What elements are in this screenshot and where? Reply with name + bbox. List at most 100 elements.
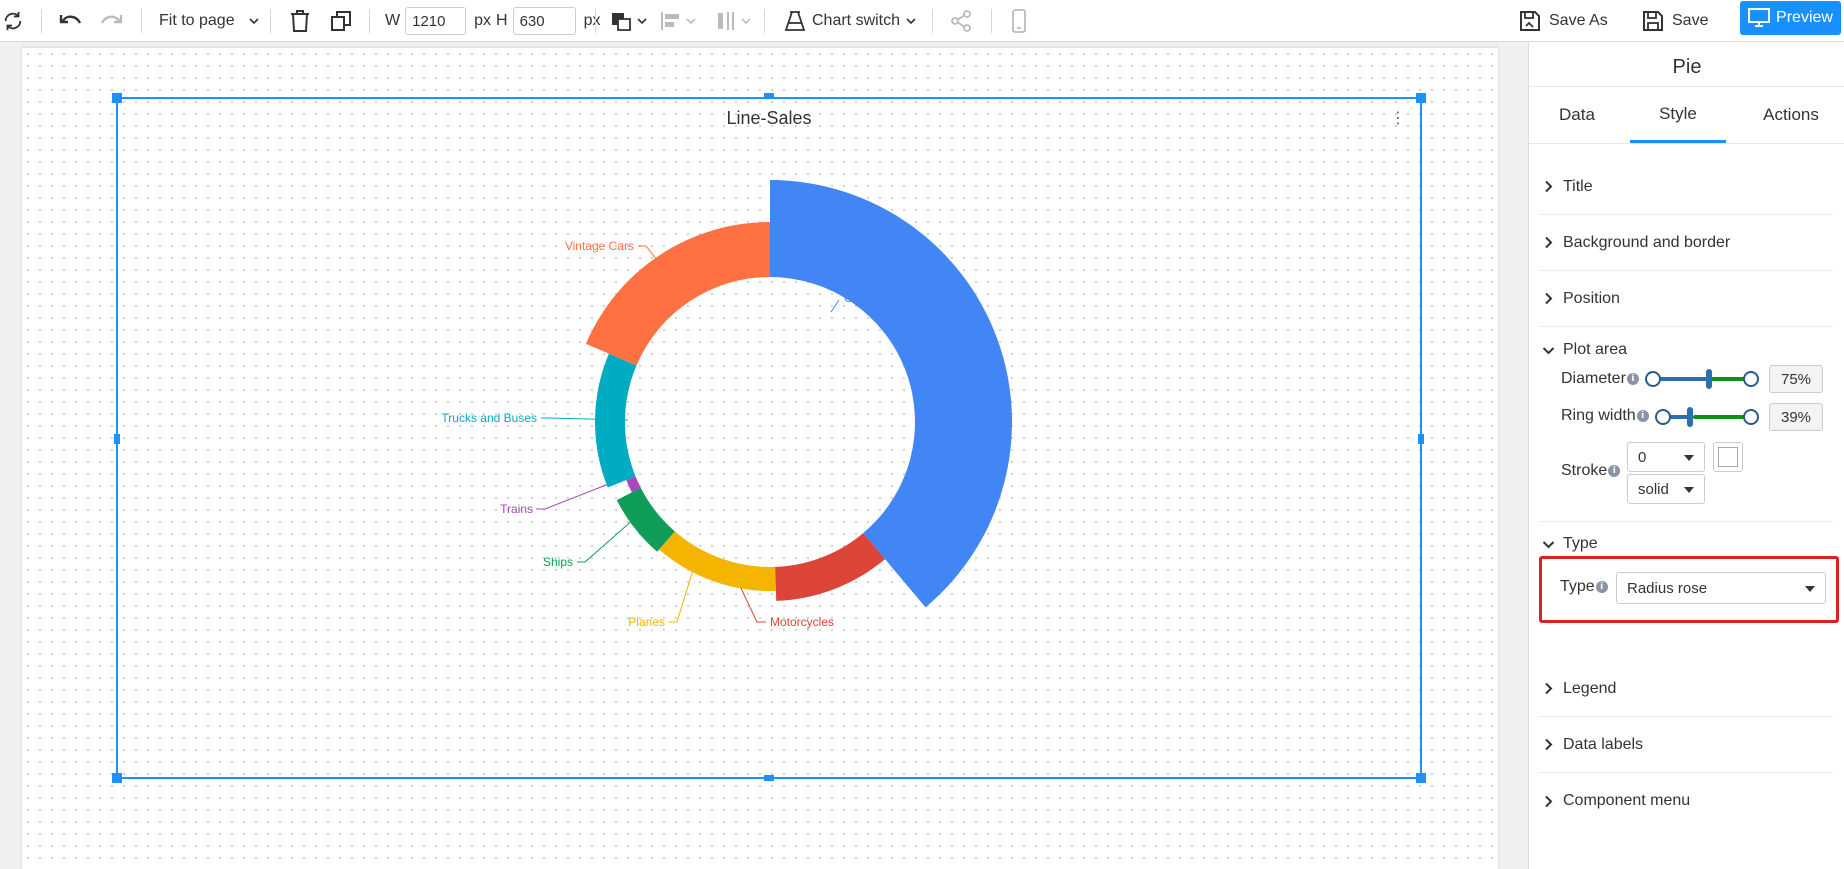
stroke-style-select[interactable]: solid [1627, 474, 1705, 504]
resize-handle-bottom-left[interactable] [112, 773, 122, 783]
ring-width-row: Ring width i [1561, 404, 1649, 428]
slice-label: Planes [628, 615, 665, 629]
panel-tabs: Data Style Actions [1529, 86, 1844, 144]
width-unit: px [474, 12, 492, 29]
align-dropdown[interactable] [659, 0, 696, 42]
section-title[interactable]: Title [1539, 159, 1833, 215]
section-legend-label: Legend [1563, 679, 1617, 697]
chevron-down-icon [741, 18, 751, 25]
copy-icon[interactable] [330, 0, 352, 42]
diameter-slider[interactable] [1645, 369, 1759, 389]
layers-icon [612, 13, 631, 31]
toolbar: Fit to page W 1210 px H 630 px Chart swi… [0, 0, 1844, 42]
height-unit: px [583, 12, 601, 29]
caret-down-icon [1684, 487, 1694, 493]
stroke-row: Stroke i [1561, 459, 1621, 483]
fit-to-page-dropdown[interactable]: Fit to page [159, 0, 259, 42]
type-highlight-box [1539, 556, 1839, 623]
section-background[interactable]: Background and border [1539, 215, 1833, 271]
refresh-icon[interactable] [2, 0, 24, 42]
chevron-down-icon [906, 18, 916, 25]
pie-chart: Classic Cars Motorcycles Planes Ships Trains… [441, 180, 1012, 629]
stroke-style-value: solid [1638, 480, 1669, 498]
pie-slice-trucks-and-buses[interactable] [595, 353, 637, 488]
tab-style[interactable]: Style [1630, 87, 1726, 143]
pie-slice-planes[interactable] [659, 531, 776, 591]
section-data-labels[interactable]: Data labels [1539, 717, 1833, 773]
panel-title: Pie [1672, 56, 1702, 78]
monitor-icon [1748, 8, 1771, 27]
chevron-right-icon [1539, 738, 1557, 751]
distribute-dropdown[interactable] [714, 0, 751, 42]
section-component-menu-label: Component menu [1563, 792, 1691, 809]
resize-handle-top-left[interactable] [112, 93, 122, 103]
chart-component[interactable]: Line-Sales ⋮ Classic Cars Motorcycles Plan… [112, 93, 1426, 783]
resize-handle-top-right[interactable] [1416, 93, 1426, 103]
align-left-icon [661, 12, 679, 30]
chevron-right-icon [1539, 682, 1557, 695]
section-legend[interactable]: Legend [1539, 661, 1833, 717]
toolbar-divider [41, 9, 42, 33]
distribute-icon [718, 12, 734, 30]
diameter-row: Diameter i [1561, 367, 1639, 391]
ring-width-value[interactable]: 39% [1769, 403, 1823, 431]
preview-label: Preview [1776, 9, 1833, 26]
chevron-right-icon [1539, 292, 1557, 305]
chart-switch-dropdown[interactable]: Chart switch [784, 0, 916, 42]
save-as-icon [1520, 11, 1540, 31]
redo-icon[interactable] [98, 0, 124, 42]
chevron-right-icon [1539, 180, 1557, 193]
info-icon: i [1626, 373, 1639, 385]
pie-slice-classic-cars[interactable] [770, 180, 1012, 608]
section-position[interactable]: Position [1539, 271, 1833, 327]
save-as-button[interactable]: Save As [1519, 0, 1608, 42]
mobile-icon[interactable] [1011, 0, 1027, 42]
chevron-down-icon [686, 18, 696, 25]
chevron-right-icon [1539, 795, 1557, 808]
save-as-label: Save As [1549, 12, 1608, 29]
chevron-down-icon [249, 18, 259, 25]
section-component-menu[interactable]: Component menu [1539, 773, 1833, 829]
chart-switch-label: Chart switch [812, 12, 901, 29]
share-icon[interactable] [950, 0, 972, 42]
section-position-label: Position [1563, 289, 1620, 307]
ring-width-label: Ring width [1561, 407, 1636, 424]
resize-handle-right[interactable] [1418, 434, 1424, 444]
pie-slice-motorcycles[interactable] [775, 533, 886, 601]
save-label: Save [1672, 12, 1709, 29]
section-data-labels-label: Data labels [1563, 735, 1644, 753]
tab-actions[interactable]: Actions [1741, 87, 1841, 143]
resize-handle-top[interactable] [764, 93, 774, 99]
resize-handle-bottom-right[interactable] [1416, 773, 1426, 783]
width-input[interactable]: 1210 [405, 7, 467, 35]
resize-handle-left[interactable] [114, 434, 120, 444]
stroke-color-picker[interactable] [1713, 442, 1743, 472]
width-label: W [385, 12, 401, 29]
label-leader-line [669, 569, 694, 623]
resize-handle-bottom[interactable] [764, 775, 774, 781]
stroke-width-select[interactable]: 0 [1627, 442, 1705, 472]
chevron-down-icon [637, 18, 647, 25]
slice-label: Ships [543, 555, 573, 569]
save-button[interactable]: Save [1642, 0, 1708, 42]
toolbar-divider [932, 9, 933, 33]
preview-button[interactable]: Preview [1740, 1, 1841, 35]
label-leader-line [830, 299, 840, 313]
properties-panel: Pie Data Style Actions Title Background … [1528, 42, 1844, 869]
toolbar-divider [764, 9, 765, 33]
section-plot-area-label: Plot area [1563, 341, 1628, 358]
ring-width-slider[interactable] [1655, 407, 1759, 427]
layer-order-dropdown[interactable] [610, 0, 647, 42]
slice-label: Trucks and Buses [441, 411, 537, 425]
section-background-label: Background and border [1563, 233, 1731, 251]
trash-icon[interactable] [289, 0, 311, 42]
undo-icon[interactable] [58, 0, 84, 42]
diameter-label: Diameter [1561, 370, 1626, 387]
tab-data[interactable]: Data [1529, 87, 1625, 143]
diameter-value[interactable]: 75% [1769, 365, 1823, 393]
section-divider [1539, 521, 1833, 522]
size-controls: W 1210 px H 630 px [385, 0, 600, 42]
slice-label: Classic Cars [844, 291, 911, 305]
slice-label: Motorcycles [770, 615, 834, 629]
height-input[interactable]: 630 [512, 7, 576, 35]
